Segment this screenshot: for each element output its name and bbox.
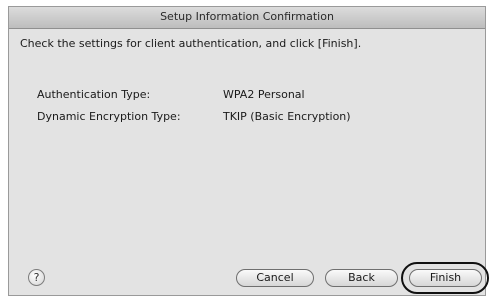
setting-label: Authentication Type: bbox=[37, 88, 151, 101]
back-button[interactable]: Back bbox=[325, 269, 398, 287]
cancel-button[interactable]: Cancel bbox=[236, 269, 314, 287]
help-button[interactable]: ? bbox=[28, 269, 45, 286]
instruction-text: Check the settings for client authentica… bbox=[20, 37, 362, 50]
setting-label: Dynamic Encryption Type: bbox=[37, 110, 181, 123]
finish-button[interactable]: Finish bbox=[409, 269, 482, 287]
setting-value: WPA2 Personal bbox=[223, 88, 305, 101]
window-title: Setup Information Confirmation bbox=[160, 10, 334, 23]
title-bar: Setup Information Confirmation bbox=[9, 7, 485, 29]
setting-value: TKIP (Basic Encryption) bbox=[223, 110, 351, 123]
